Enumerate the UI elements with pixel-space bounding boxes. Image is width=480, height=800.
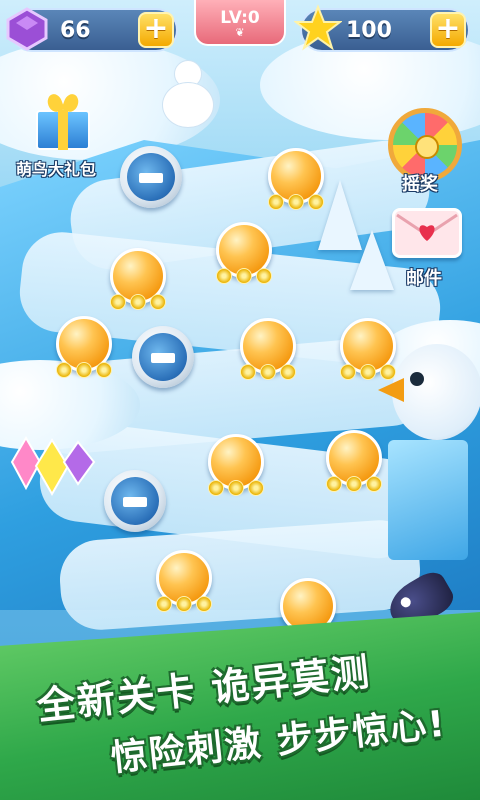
white-bird-icon	[378, 344, 480, 440]
mail-label: 邮件	[406, 268, 442, 289]
mail-button[interactable]	[392, 208, 462, 258]
level-tab: LV:0 ❦	[194, 0, 286, 46]
level-stars	[206, 480, 266, 498]
level-stars	[238, 364, 298, 382]
locked-level-node[interactable]	[104, 470, 166, 532]
locked-level-node[interactable]	[120, 146, 182, 208]
locked-level-node[interactable]	[132, 326, 194, 388]
gift-pack-button[interactable]	[28, 88, 98, 152]
level-stars	[266, 194, 326, 212]
game-map-screen: 66 + LV:0 ❦ 100 + 萌鸟大礼包 摇奖 邮件 全新关卡 诡异莫测 …	[0, 0, 480, 800]
level-stars	[54, 362, 114, 380]
level-stars	[154, 596, 214, 614]
stars-count: 100	[346, 18, 392, 43]
level-stars	[214, 268, 274, 286]
level-stars	[324, 476, 384, 494]
envelope-icon	[396, 213, 458, 241]
star-icon	[293, 4, 343, 52]
monster-icon	[111, 477, 159, 525]
crystal-cluster-icon	[6, 432, 106, 498]
add-stars-button[interactable]: +	[430, 12, 466, 48]
snowman-icon	[150, 60, 220, 130]
snowy-tree-icon	[350, 230, 394, 290]
lucky-wheel-label: 摇奖	[402, 174, 438, 195]
purple-gem-icon	[4, 6, 50, 52]
ice-pillar	[388, 440, 468, 560]
wheel-icon	[415, 135, 439, 159]
gems-count: 66	[60, 18, 91, 43]
monster-icon	[127, 153, 175, 201]
ornament-icon: ❦	[235, 26, 245, 39]
monster-icon	[139, 333, 187, 381]
level-stars	[108, 294, 168, 312]
level-label: LV:0	[220, 8, 260, 28]
add-gems-button[interactable]: +	[138, 12, 174, 48]
gift-pack-label: 萌鸟大礼包	[16, 160, 97, 179]
